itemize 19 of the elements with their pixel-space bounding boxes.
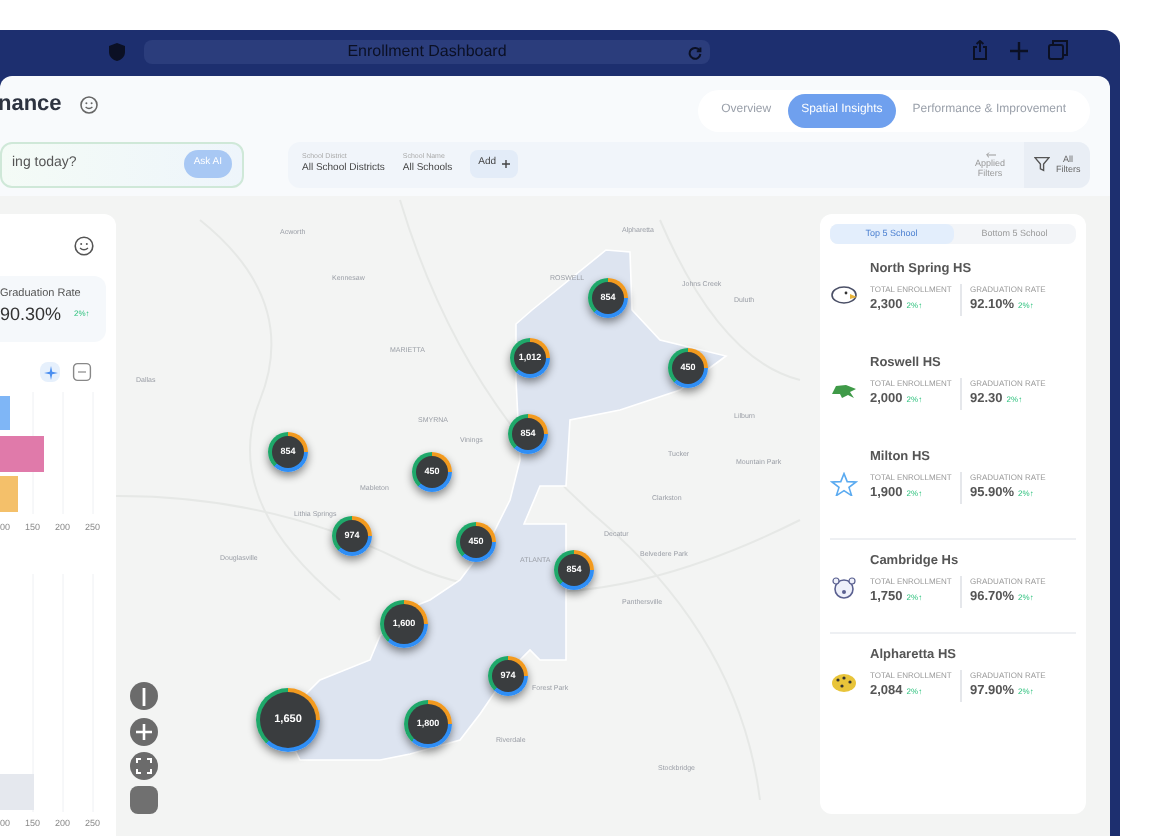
- window-title: Enrollment Dashboard: [347, 44, 507, 60]
- plus-icon: [136, 724, 152, 740]
- page-title: nance: [0, 89, 62, 120]
- smiley-icon[interactable]: [79, 95, 98, 113]
- bird-head-icon: [830, 284, 858, 308]
- smiley-icon[interactable]: [74, 236, 94, 256]
- plus-icon: [502, 160, 511, 168]
- star-icon: [830, 472, 858, 496]
- comment-icon[interactable]: [72, 362, 92, 382]
- sparkle-button[interactable]: [40, 362, 60, 382]
- bar-chart-drawing: [0, 392, 100, 514]
- metric-value: 90.30%: [0, 302, 62, 328]
- fullscreen-icon: [136, 758, 152, 774]
- shield-icon: [108, 42, 126, 62]
- sparkle-icon: [43, 365, 57, 379]
- filter-icon: [1034, 156, 1050, 172]
- satellite-layer-button[interactable]: [130, 786, 158, 814]
- arrow-left-icon: [985, 151, 995, 157]
- bear-face-icon: [830, 576, 858, 600]
